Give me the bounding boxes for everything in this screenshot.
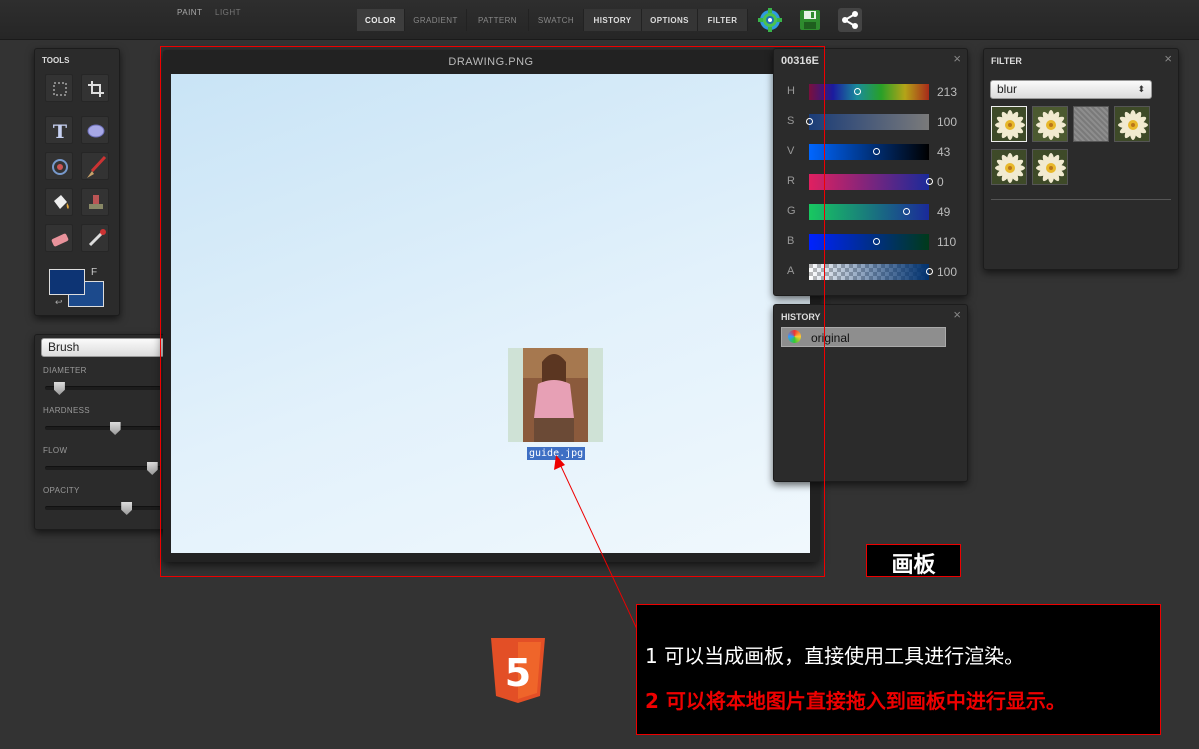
annotation-note-box: 1 可以当成画板，直接使用工具进行渲染。 2 可以将本地图片直接拖入到画板中进行… <box>636 604 1161 735</box>
annotation-line-2: 2 可以将本地图片直接拖入到画板中进行显示。 <box>645 689 1066 713</box>
html5-logo: 5 <box>489 636 547 704</box>
html5-logo-label: 5 <box>505 651 531 695</box>
annotation-line-1: 1 可以当成画板，直接使用工具进行渲染。 <box>645 644 1025 668</box>
